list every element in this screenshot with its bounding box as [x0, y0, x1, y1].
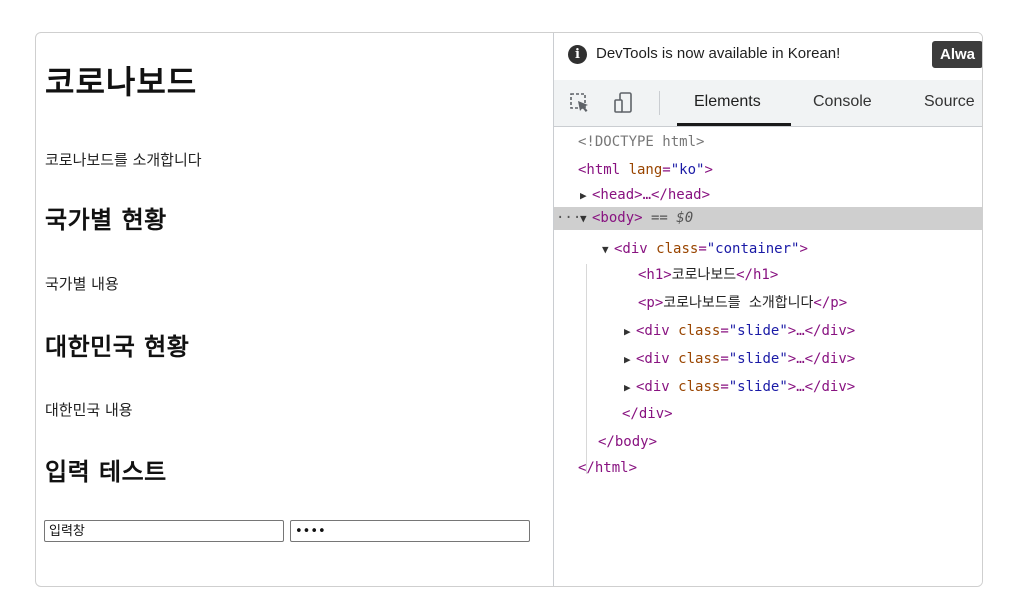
devtools-panel: i DevTools is now available in Korean! A…	[553, 33, 982, 586]
dom-node-html-close[interactable]: </html>	[554, 457, 982, 480]
dom-node-div-slide[interactable]: ▶ <div class="slide">…</div>	[554, 348, 982, 371]
dom-node-h1[interactable]: <h1>코로나보드</h1>	[554, 264, 982, 287]
dom-node-div-close[interactable]: </div>	[554, 403, 982, 426]
dom-node-div-container[interactable]: ▼ <div class="container">	[554, 238, 982, 261]
dom-node-div-slide[interactable]: ▶ <div class="slide">…</div>	[554, 320, 982, 343]
tab-sources[interactable]: Source	[924, 93, 975, 111]
always-match-button[interactable]: Alwa	[932, 41, 982, 68]
more-options-icon[interactable]: ···	[556, 207, 581, 230]
expand-triangle-icon[interactable]: ▶	[624, 348, 636, 371]
section-heading-input-test: 입력 테스트	[45, 458, 167, 486]
active-tab-indicator	[677, 123, 791, 126]
expand-triangle-icon[interactable]: ▶	[624, 376, 636, 399]
section-content-korea: 대한민국 내용	[45, 401, 133, 419]
info-icon: i	[568, 45, 587, 64]
dom-tree: <!DOCTYPE html> <html lang="ko"> ▶ <head>…	[554, 127, 982, 586]
expand-triangle-icon[interactable]: ▶	[624, 320, 636, 343]
dom-node-doctype[interactable]: <!DOCTYPE html>	[554, 131, 982, 154]
dom-node-body-close[interactable]: </body>	[554, 431, 982, 454]
page-viewport: 코로나보드 코로나보드를 소개합니다 국가별 현황 국가별 내용 대한민국 현황…	[36, 33, 553, 586]
infobar-message: DevTools is now available in Korean!	[596, 45, 841, 62]
toolbar-divider	[659, 91, 660, 115]
text-input[interactable]	[44, 520, 284, 542]
section-content-country: 국가별 내용	[45, 275, 119, 293]
intro-text: 코로나보드를 소개합니다	[45, 151, 202, 169]
dom-node-div-slide[interactable]: ▶ <div class="slide">…</div>	[554, 376, 982, 399]
language-infobar: i DevTools is now available in Korean! A…	[554, 33, 982, 76]
expand-triangle-icon[interactable]: ▶	[580, 184, 592, 207]
dom-node-p[interactable]: <p>코로나보드를 소개합니다</p>	[554, 292, 982, 315]
devtools-toolbar: Elements Console Source	[554, 80, 982, 127]
page-title: 코로나보드	[45, 63, 198, 101]
section-heading-country: 국가별 현황	[45, 206, 167, 234]
tab-console[interactable]: Console	[813, 93, 872, 111]
device-toolbar-icon[interactable]	[612, 91, 636, 115]
inspect-element-icon[interactable]	[568, 91, 592, 115]
collapse-triangle-icon[interactable]: ▼	[602, 238, 614, 261]
dom-node-head[interactable]: ▶ <head>…</head>	[554, 184, 982, 207]
password-input[interactable]	[290, 520, 530, 542]
browser-window: 코로나보드 코로나보드를 소개합니다 국가별 현황 국가별 내용 대한민국 현황…	[35, 32, 983, 587]
tab-elements[interactable]: Elements	[694, 93, 761, 111]
dom-node-html[interactable]: <html lang="ko">	[554, 159, 982, 182]
section-heading-korea: 대한민국 현황	[45, 333, 190, 361]
collapse-triangle-icon[interactable]: ▼	[580, 207, 592, 230]
dom-node-body-selected[interactable]: ··· ▼ <body> == $0	[554, 207, 982, 230]
